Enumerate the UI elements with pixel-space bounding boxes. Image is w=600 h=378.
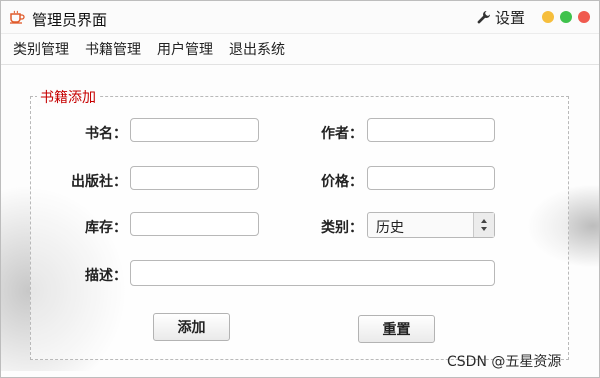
select-arrows-icon [473,213,494,237]
publisher-label: 出版社： [71,174,127,190]
menu-category-management[interactable]: 类别管理 [1,39,77,59]
settings-button[interactable]: 设置 [477,7,525,27]
category-selected-value: 历史 [376,220,404,236]
book-name-input[interactable] [130,118,259,142]
panel-legend: 书籍添加 [37,87,99,107]
admin-window: 管理员界面 设置 类别管理 书籍管理 用户管理 退出系统 书籍添加 书名： 作者… [0,0,600,378]
category-select[interactable]: 历史 [367,212,495,238]
menu-book-management[interactable]: 书籍管理 [77,39,149,59]
menu-exit-system[interactable]: 退出系统 [221,39,293,59]
menu-user-management[interactable]: 用户管理 [149,39,221,59]
csdn-watermark: CSDN @五星资源 [447,354,562,370]
book-name-label: 书名： [85,126,127,142]
add-button[interactable]: 添加 [153,313,230,341]
description-label: 描述： [85,268,127,284]
author-input[interactable] [367,118,495,142]
settings-label: 设置 [495,8,526,27]
author-label: 作者： [321,126,363,142]
price-label: 价格： [321,174,363,190]
description-input[interactable] [130,260,495,286]
menu-bar: 类别管理 书籍管理 用户管理 退出系统 [1,34,599,65]
title-bar: 管理员界面 设置 [1,1,599,34]
wrench-icon [477,11,490,24]
stock-label: 库存： [85,220,127,236]
teacup-icon [10,10,25,24]
stock-input[interactable] [130,212,259,236]
close-button[interactable] [578,11,590,23]
category-label: 类别： [321,220,363,236]
minimize-button[interactable] [542,11,554,23]
price-input[interactable] [367,166,495,190]
maximize-button[interactable] [560,11,572,23]
publisher-input[interactable] [130,166,259,190]
window-title: 管理员界面 [32,11,108,29]
reset-button[interactable]: 重置 [358,315,435,343]
